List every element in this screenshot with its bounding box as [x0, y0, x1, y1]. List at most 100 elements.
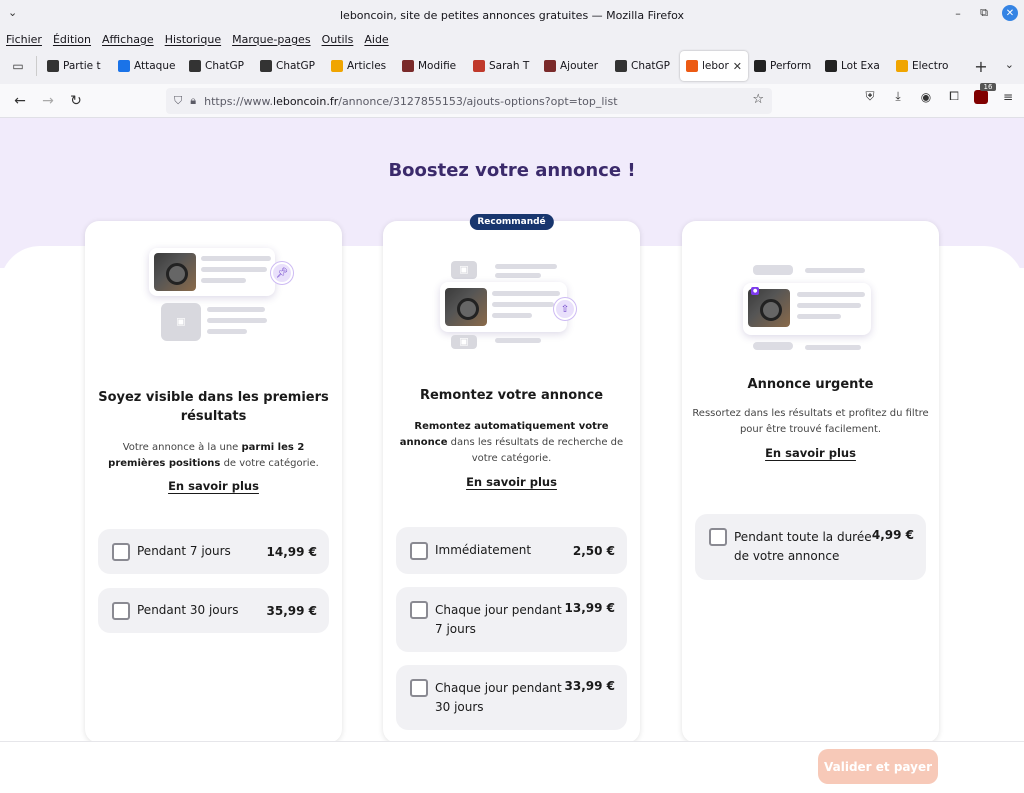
- illustration-listing: ●: [743, 283, 871, 335]
- option-price: 35,99 €: [266, 603, 317, 618]
- restore-icon[interactable]: ⧉: [976, 6, 992, 20]
- tab-12[interactable]: Electro: [890, 51, 961, 81]
- window-menu-chevron-icon[interactable]: ⌄: [8, 6, 17, 19]
- tab-5[interactable]: Modifie: [396, 51, 467, 81]
- forward-arrow-icon[interactable]: →: [34, 87, 62, 115]
- site-icon: [825, 60, 837, 72]
- option-label: Pendant toute la durée de votre annonce: [734, 530, 872, 563]
- openai-icon: [189, 60, 201, 72]
- menu-marque-pages[interactable]: Marque-pages: [232, 33, 310, 46]
- menu-aide[interactable]: Aide: [364, 33, 388, 46]
- tab-label: Sarah T: [489, 60, 530, 72]
- reload-icon[interactable]: ↻: [62, 87, 90, 115]
- shield-icon: [118, 60, 130, 72]
- tab-list-icon[interactable]: ▭: [4, 52, 32, 80]
- openai-icon: [615, 60, 627, 72]
- tab-6[interactable]: Sarah T: [467, 51, 538, 81]
- close-window-icon[interactable]: ✕: [1002, 5, 1018, 21]
- option-label: Pendant 7 jours: [137, 544, 231, 558]
- learn-more-link[interactable]: En savoir plus: [85, 479, 342, 493]
- menu-outils[interactable]: Outils: [322, 33, 354, 46]
- camera-photo-thumbnail: [154, 253, 196, 291]
- option-checkbox[interactable]: [709, 528, 727, 546]
- tab-label: Perform: [770, 60, 812, 72]
- option-chaque-jour-7-jours[interactable]: Chaque jour pendant 7 jours 13,99 €: [396, 587, 627, 652]
- new-tab-icon[interactable]: +: [967, 57, 995, 76]
- close-tab-icon[interactable]: ✕: [733, 60, 742, 73]
- desc-text: dans les résultats de recherche de votre…: [447, 437, 624, 464]
- url-text: https://www.leboncoin.fr/annonce/3127855…: [204, 95, 617, 108]
- menu-bar: Fichier Édition Affichage Historique Mar…: [0, 30, 1024, 48]
- learn-more-link[interactable]: En savoir plus: [682, 446, 939, 460]
- option-price: 13,99 €: [564, 601, 615, 615]
- window-titlebar: ⌄ leboncoin, site de petites annonces gr…: [0, 0, 1024, 30]
- option-pendant-7-jours[interactable]: Pendant 7 jours 14,99 €: [98, 529, 329, 574]
- menu-edition[interactable]: Édition: [53, 33, 91, 46]
- validate-and-pay-button[interactable]: Valider et payer: [818, 749, 938, 784]
- tab-1[interactable]: Attaque: [112, 51, 183, 81]
- tab-7[interactable]: Ajouter: [538, 51, 609, 81]
- account-icon[interactable]: ◉: [918, 90, 934, 104]
- card-title: Soyez visible dans les premiers résultat…: [98, 390, 329, 424]
- tab-label: Modifie: [418, 60, 457, 72]
- ublock-origin-icon[interactable]: 16: [974, 82, 996, 104]
- downloads-icon[interactable]: ⤓: [890, 89, 906, 104]
- card-title: Annonce urgente: [747, 377, 874, 392]
- option-checkbox[interactable]: [410, 679, 428, 697]
- option-label: Immédiatement: [435, 543, 532, 557]
- tab-label: Lot Exa: [841, 60, 880, 72]
- pocket-icon[interactable]: ⛨: [862, 89, 878, 104]
- back-arrow-icon[interactable]: ←: [6, 87, 34, 115]
- option-checkbox[interactable]: [410, 601, 428, 619]
- card-description: Ressortez dans les résultats et profitez…: [692, 406, 929, 438]
- option-checkbox[interactable]: [410, 541, 428, 560]
- lock-icon[interactable]: 🔒︎: [190, 94, 196, 108]
- tab-label: Attaque: [134, 60, 176, 72]
- url-path: /annonce/3127855153/ajouts-options?opt=t…: [338, 94, 618, 108]
- leboncoin-icon: [686, 60, 698, 72]
- learn-more-link[interactable]: En savoir plus: [383, 475, 640, 489]
- url-host: leboncoin.fr: [273, 94, 339, 108]
- desc-text: Ressortez dans les résultats et profitez…: [692, 408, 929, 435]
- tab-9[interactable]: lebor ✕: [680, 51, 748, 81]
- tab-8[interactable]: ChatGP: [609, 51, 680, 81]
- tabs-container: Partie t Attaque ChatGP ChatGP Articles Modif…: [41, 51, 961, 81]
- tab-2[interactable]: ChatGP: [183, 51, 254, 81]
- tab-4[interactable]: Articles: [325, 51, 396, 81]
- option-label: Chaque jour pendant 30 jours: [435, 680, 562, 714]
- option-pendant-30-jours[interactable]: Pendant 30 jours 35,99 €: [98, 588, 329, 633]
- tab-11[interactable]: Lot Exa: [819, 51, 890, 81]
- url-bar[interactable]: ⛉ 🔒︎ https://www.leboncoin.fr/annonce/31…: [166, 88, 772, 114]
- option-chaque-jour-30-jours[interactable]: Chaque jour pendant 30 jours 33,99 €: [396, 665, 627, 730]
- bookmark-star-icon[interactable]: ☆: [752, 92, 764, 107]
- tab-3[interactable]: ChatGP: [254, 51, 325, 81]
- option-checkbox[interactable]: [112, 542, 130, 561]
- option-checkbox[interactable]: [112, 601, 130, 620]
- openai-icon: [260, 60, 272, 72]
- tab-separator: [36, 56, 37, 76]
- placeholder-image-icon: [451, 335, 477, 349]
- navigation-bar: ← → ↻ ⛉ 🔒︎ https://www.leboncoin.fr/anno…: [0, 82, 1024, 118]
- sticky-footer: Valider et payer: [0, 741, 1024, 793]
- remontee-illustration: ⇧: [383, 221, 640, 361]
- tab-overflow-chevron-icon[interactable]: ⌄: [1005, 58, 1014, 71]
- urgent-illustration: ●: [682, 221, 939, 361]
- menu-historique[interactable]: Historique: [165, 33, 221, 46]
- tracking-shield-icon[interactable]: ⛉: [174, 94, 182, 108]
- menu-fichier[interactable]: Fichier: [6, 33, 42, 46]
- tab-0[interactable]: Partie t: [41, 51, 112, 81]
- app-menu-icon[interactable]: ≡: [1000, 90, 1016, 104]
- menu-affichage[interactable]: Affichage: [102, 33, 154, 46]
- page-content: Boostez votre annonce ! 📌︎ Soyez visible…: [0, 118, 1024, 793]
- tab-label: Articles: [347, 60, 387, 72]
- option-toute-la-duree[interactable]: Pendant toute la durée de votre annonce …: [695, 514, 926, 580]
- option-immediatement[interactable]: Immédiatement 2,50 €: [396, 527, 627, 574]
- tab-label: Electro: [912, 60, 949, 72]
- extensions-icon[interactable]: ⧠: [946, 89, 962, 104]
- minimize-icon[interactable]: –: [950, 7, 966, 20]
- site-icon: [473, 60, 485, 72]
- tab-label: Partie t: [63, 60, 101, 72]
- tab-10[interactable]: Perform: [748, 51, 819, 81]
- card-title: Remontez votre annonce: [419, 388, 604, 403]
- page-title: Boostez votre annonce !: [388, 160, 636, 181]
